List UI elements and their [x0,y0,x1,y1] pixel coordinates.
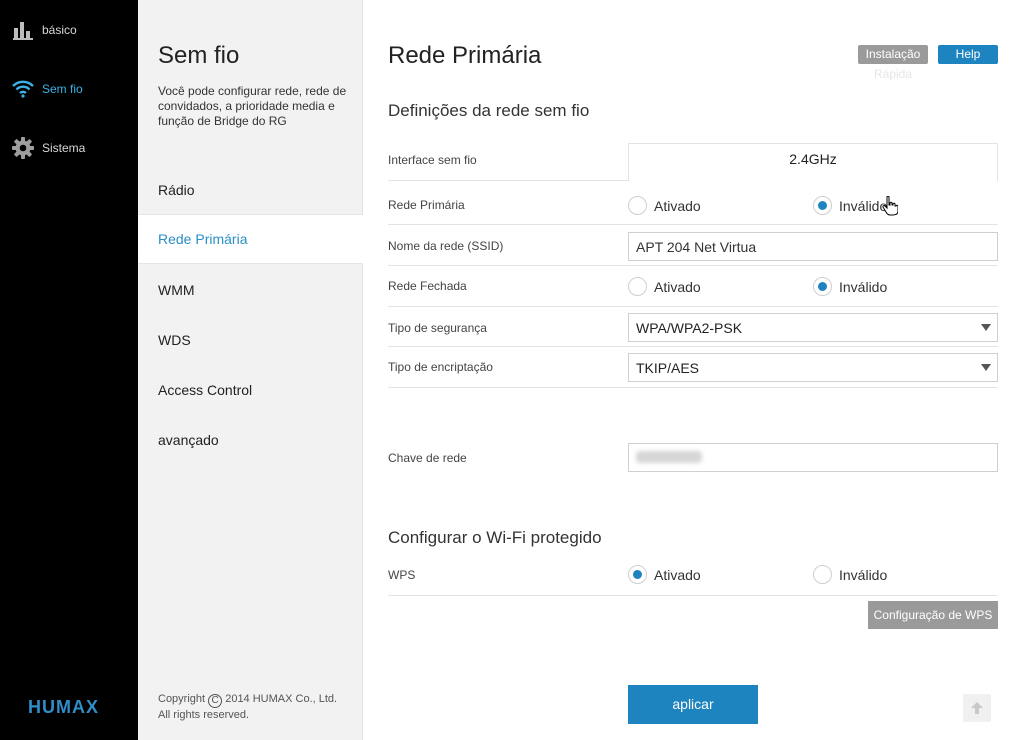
page-title: Rede Primária [388,42,542,69]
radio-label: Inválido [839,278,888,295]
submenu-item-wmm[interactable]: WMM [138,265,363,315]
nav-item-sistema[interactable]: Sistema [12,136,85,160]
submenu-item-avancado[interactable]: avançado [138,415,363,465]
quick-install-ghost-text: Rápida [873,67,913,81]
copyright-icon: C [208,694,223,708]
radio-dot [633,570,642,579]
security-type-label: Tipo de segurança [388,321,487,335]
nav-item-basico[interactable]: básico [12,18,77,42]
network-key-input[interactable] [628,443,998,472]
wps-section-title: Configurar o Wi-Fi protegido [388,528,602,547]
wps-row: WPS Ativado Inválido [388,556,998,596]
nav-item-sem-fio[interactable]: Sem fio [12,77,83,101]
closed-network-label: Rede Fechada [388,279,467,293]
submenu-panel: Sem fio Você pode configurar rede, rede … [138,0,363,740]
nav-item-label: Sem fio [42,82,83,96]
gear-icon [12,137,34,159]
main-content: Rede Primária Instalação Rápida Help Def… [363,0,1010,740]
wps-disabled-radio[interactable]: Inválido [813,565,887,584]
radio-label: Ativado [654,278,701,295]
primary-network-label: Rede Primária [388,198,465,212]
section-description: Você pode configurar rede, rede de convi… [158,84,347,128]
submenu-item-access-control[interactable]: Access Control [138,365,363,415]
hand-cursor-icon [882,196,898,216]
chevron-down-icon [981,364,991,371]
bar-chart-icon [12,19,34,41]
radio-circle [628,565,647,584]
radio-circle [813,196,832,215]
primary-enabled-radio[interactable]: Ativado [628,196,701,215]
ssid-input[interactable] [628,232,998,261]
radio-dot [818,282,827,291]
nav-item-label: básico [42,23,77,37]
radio-circle [813,565,832,584]
main-nav: básico Sem fio Sistema HUMAX [0,0,138,740]
wps-enabled-radio[interactable]: Ativado [628,565,701,584]
radio-circle [813,277,832,296]
radio-circle [628,196,647,215]
primary-disabled-radio[interactable]: Inválido [813,196,887,215]
ssid-label: Nome da rede (SSID) [388,239,504,253]
help-button[interactable]: Help [938,45,998,64]
submenu-item-radio[interactable]: Rádio [138,165,363,215]
submenu-item-rede-primaria[interactable]: Rede Primária [138,214,363,264]
closed-network-row: Rede Fechada Ativado Inválido [388,266,998,307]
radio-dot [818,201,827,210]
wireless-settings-title: Definições da rede sem fio [388,101,590,120]
interface-value: 2.4GHz [628,143,998,181]
radio-label: Ativado [654,197,701,214]
encryption-type-label: Tipo de encriptação [388,360,493,374]
chevron-down-icon [981,324,991,331]
closed-disabled-radio[interactable]: Inválido [813,277,887,296]
arrow-up-icon [971,702,983,714]
radio-circle [628,277,647,296]
interface-label: Interface sem fio [388,153,477,167]
security-type-select[interactable]: WPA/WPA2-PSK [628,313,998,342]
nav-item-label: Sistema [42,141,86,155]
select-value: TKIP/AES [636,359,700,376]
network-key-label: Chave de rede [388,451,467,465]
humax-logo: HUMAX [28,697,99,717]
submenu-item-wds[interactable]: WDS [138,315,363,365]
apply-button[interactable]: aplicar [628,685,758,724]
quick-install-button[interactable]: Instalação [858,45,928,64]
encryption-type-select[interactable]: TKIP/AES [628,353,998,382]
copyright-text: 2014 HUMAX Co., Ltd. [225,693,338,705]
radio-label: Inválido [839,566,888,583]
select-value: WPA/WPA2-PSK [636,319,743,336]
rights-text: All rights reserved. [158,709,250,721]
copyright: Copyright C 2014 HUMAX Co., Ltd. All rig… [158,692,337,723]
closed-enabled-radio[interactable]: Ativado [628,277,701,296]
radio-label: Inválido [839,197,888,214]
primary-network-row: Rede Primária Ativado Inválido [388,181,998,225]
masked-key [636,451,702,463]
copyright-prefix: Copyright [158,693,206,705]
scroll-to-top-button[interactable] [963,694,991,722]
wps-config-button[interactable]: Configuração de WPS [868,601,998,629]
radio-label: Ativado [654,566,701,583]
section-title: Sem fio [158,42,240,69]
wifi-icon [12,78,34,100]
wps-label: WPS [388,568,416,582]
